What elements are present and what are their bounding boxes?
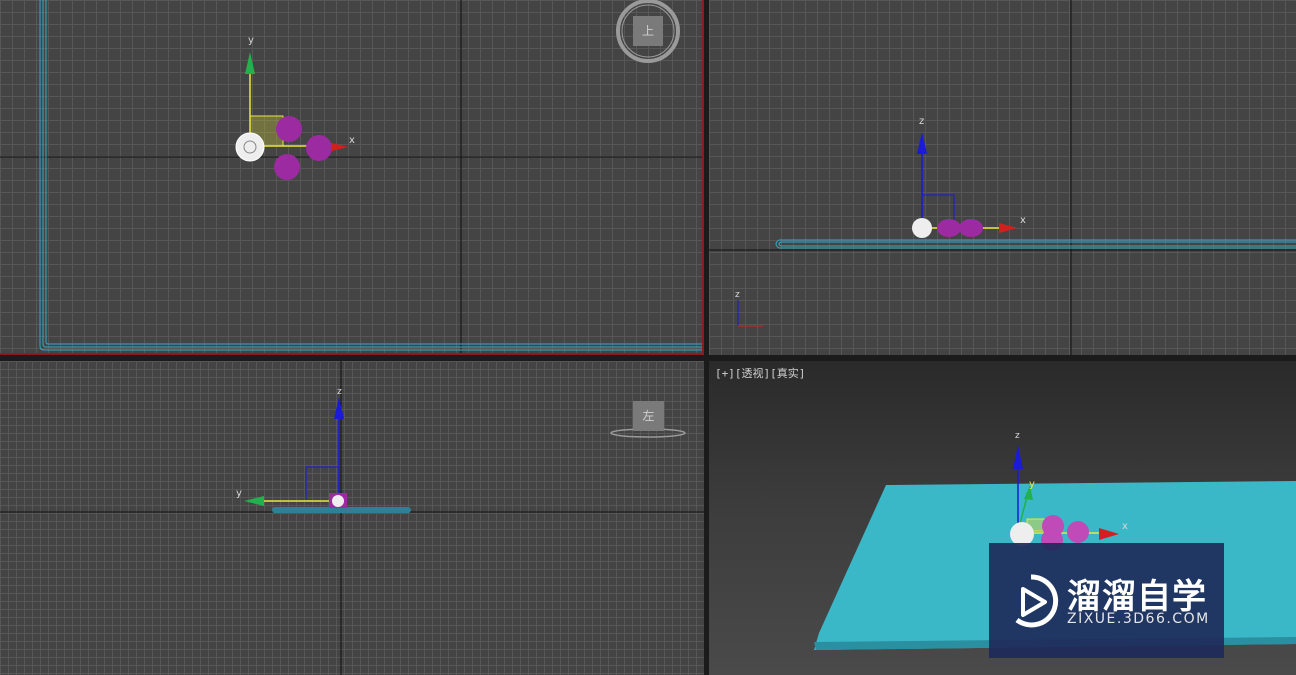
sphere-object — [276, 116, 302, 142]
sphere-object — [306, 135, 332, 161]
sphere-object — [937, 219, 961, 237]
viewport-left[interactable]: 左 y z — [0, 361, 704, 675]
axis-label-z: z — [919, 116, 925, 127]
axis-label-z: z — [1015, 431, 1020, 441]
watermark-banner: 溜溜自学 ZIXUE.3D66.COM — [989, 543, 1224, 658]
axis-label-y: y — [236, 488, 242, 499]
watermark-url: ZIXUE.3D66.COM — [1067, 611, 1210, 627]
axis-label-x: x — [1020, 215, 1026, 226]
viewport-menu-plus[interactable]: [+] — [715, 367, 735, 380]
gizmo-z-arrow — [917, 132, 927, 154]
viewport-menu-shading[interactable]: [真实] — [770, 367, 805, 380]
gizmo-y-arrow — [245, 52, 255, 74]
viewcube-top[interactable]: 上 — [633, 16, 663, 46]
viewport-front[interactable]: z x z — [709, 0, 1296, 355]
mini-axis-tripod — [737, 300, 763, 327]
sphere-object — [274, 154, 300, 180]
axis-label-y: y — [248, 35, 254, 46]
gizmo-x-arrow — [999, 223, 1017, 233]
gizmo-y-arrow — [244, 496, 264, 506]
sphere-object-selected — [235, 132, 265, 162]
sphere-object-selected — [912, 218, 932, 238]
sphere-object — [1067, 521, 1089, 543]
sphere-object-selected — [332, 495, 344, 507]
axis-label-x: x — [1122, 521, 1128, 532]
viewport-label: [+][透视][真实] — [715, 365, 805, 381]
gizmo-z-arrow — [334, 397, 344, 419]
axis-label-y: y — [1029, 479, 1035, 490]
mini-axis-label-z: z — [735, 290, 740, 300]
viewport-left-scene — [0, 361, 704, 675]
plane-outline-top — [39, 0, 704, 351]
plane-edge-front — [775, 239, 1296, 249]
axis-label-z: z — [337, 387, 342, 397]
play-logo-icon — [1015, 574, 1059, 628]
axis-label-x: x — [349, 135, 355, 146]
viewcube-left[interactable]: 左 — [633, 401, 664, 431]
gizmo-z-arrow — [1013, 445, 1023, 469]
viewport-menu-view[interactable]: [透视] — [735, 367, 770, 380]
viewport-top-scene — [0, 0, 704, 355]
viewport-top[interactable]: 上 y x — [0, 0, 704, 355]
viewport-front-scene — [709, 0, 1296, 355]
sphere-object — [959, 219, 983, 237]
